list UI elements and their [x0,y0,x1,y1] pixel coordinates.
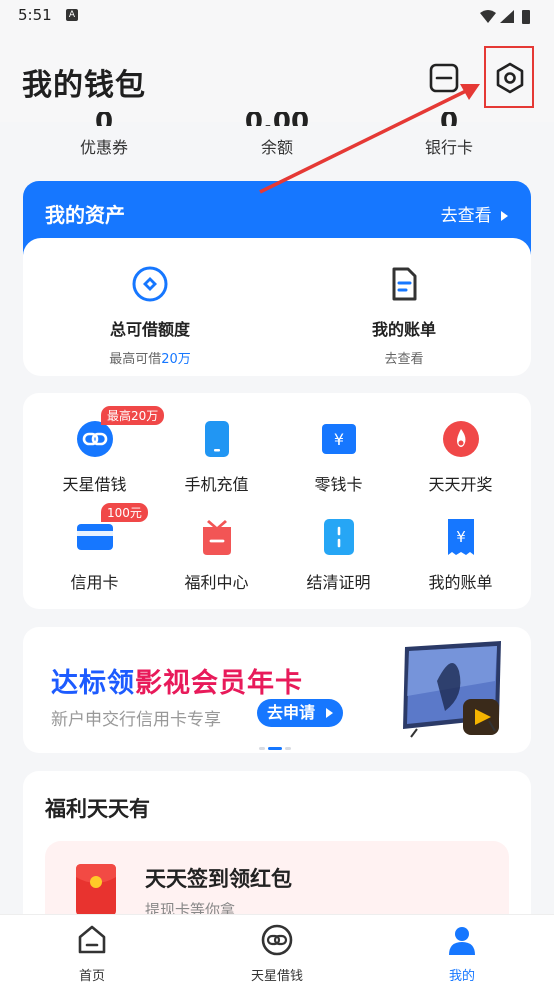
service-badge: 100元 [101,503,148,522]
asset-title: 我的账单 [371,320,436,339]
service-label: 零钱卡 [314,475,363,494]
nav-label: 我的 [448,969,475,984]
link-loan-icon [261,924,293,956]
welfare-title: 福利天天有 [45,797,150,821]
sim-indicator-icon: A [66,9,78,21]
nav-mine[interactable]: 我的 [370,915,554,985]
link-loan-icon [76,421,113,457]
red-envelope-icon [76,864,116,916]
asset-my-bill[interactable]: 我的账单 去查看 [277,264,531,367]
status-bar: 5:51 A [0,0,554,34]
home-icon [78,925,106,954]
banner-button-label: 去申请 [267,703,316,722]
service-phone-recharge[interactable]: 手机充值 [153,395,280,494]
pagination-dot [285,747,291,750]
banner-pagination [259,735,294,753]
triangle-right-icon [501,211,508,221]
yuan-card-icon: ¥ [321,424,356,454]
service-label: 我的账单 [428,573,493,592]
user-icon [449,927,475,955]
assets-body: 总可借额度 最高可借20万 我的账单 去查看 [23,238,531,376]
banner-subtitle: 新户申交行信用卡专享 [51,710,221,730]
assets-link-label: 去查看 [440,206,492,226]
service-my-bill[interactable]: ¥ 我的账单 [397,493,524,592]
welfare-item-title: 天天签到领红包 [145,867,292,891]
annotation-arrow-icon [259,84,480,194]
service-label: 信用卡 [70,573,119,592]
service-change-card[interactable]: ¥ 零钱卡 [275,395,402,494]
status-icons [478,8,536,30]
nav-tianxing-loan[interactable]: 天星借钱 [185,915,369,985]
service-label: 天星借钱 [62,475,127,494]
service-label: 天天开奖 [428,475,493,494]
promo-banner[interactable]: 达标领影视会员年卡 新户申交行信用卡专享 去申请 [23,627,531,753]
banner-title-part2: 影视会员年卡 [135,668,303,699]
pagination-dot [259,747,265,750]
bottom-nav: 首页 天星借钱 我的 [0,914,554,985]
annotation-highlight-box [484,46,534,108]
wifi-icon [480,10,496,23]
asset-sub-highlight: 20万 [161,352,191,367]
triangle-right-icon [326,708,334,718]
banner-title-part1: 达标领 [51,668,135,699]
nav-label: 首页 [78,969,105,984]
tv-illustration-icon [403,641,501,738]
credit-limit-icon [132,266,168,302]
stat-coupons[interactable]: 0 优惠券 [12,112,196,172]
stat-label: 优惠券 [79,138,128,157]
pagination-dot-active [268,747,282,750]
svg-text:¥: ¥ [333,430,343,449]
nav-label: 天星借钱 [250,969,303,984]
nav-home[interactable]: 首页 [0,915,184,985]
asset-subtitle: 去查看 [384,352,424,367]
gift-icon [202,520,231,555]
receipt-icon: ¥ [447,519,474,555]
asset-credit-limit[interactable]: 总可借额度 最高可借20万 [23,264,277,367]
asset-title: 总可借额度 [109,320,190,339]
battery-icon [522,10,530,24]
assets-title: 我的资产 [45,203,125,227]
page-title: 我的钱包 [22,68,146,103]
signal-icon [500,10,514,23]
services-grid: 天星借钱 最高20万 手机充值 ¥ 零钱卡 天天开奖 信用卡 100元 福利中心… [23,393,531,609]
service-welfare-center[interactable]: 福利中心 [153,493,280,592]
asset-subtitle: 最高可借20万 [23,348,277,367]
banner-title: 达标领影视会员年卡 [51,661,303,700]
stat-value: 0 [12,112,196,126]
service-daily-lottery[interactable]: 天天开奖 [397,395,524,494]
welfare-section: 福利天天有 天天签到领红包 提现卡等你拿 [23,771,531,931]
service-label: 福利中心 [184,573,249,592]
phone-icon [204,421,229,457]
banner-apply-button[interactable]: 去申请 [257,699,344,727]
svg-text:¥: ¥ [456,528,466,546]
asset-sub-prefix: 最高可借 [109,352,162,367]
assets-view-link[interactable]: 去查看 [441,201,509,226]
bill-icon [392,267,417,301]
status-time: 5:51 [18,6,52,24]
lottery-icon [442,421,479,457]
service-label: 手机充值 [184,475,249,494]
credit-card-icon [76,524,113,550]
service-clearance-certificate[interactable]: 结清证明 [275,493,402,592]
service-label: 结清证明 [306,573,371,592]
certificate-icon [323,519,354,555]
